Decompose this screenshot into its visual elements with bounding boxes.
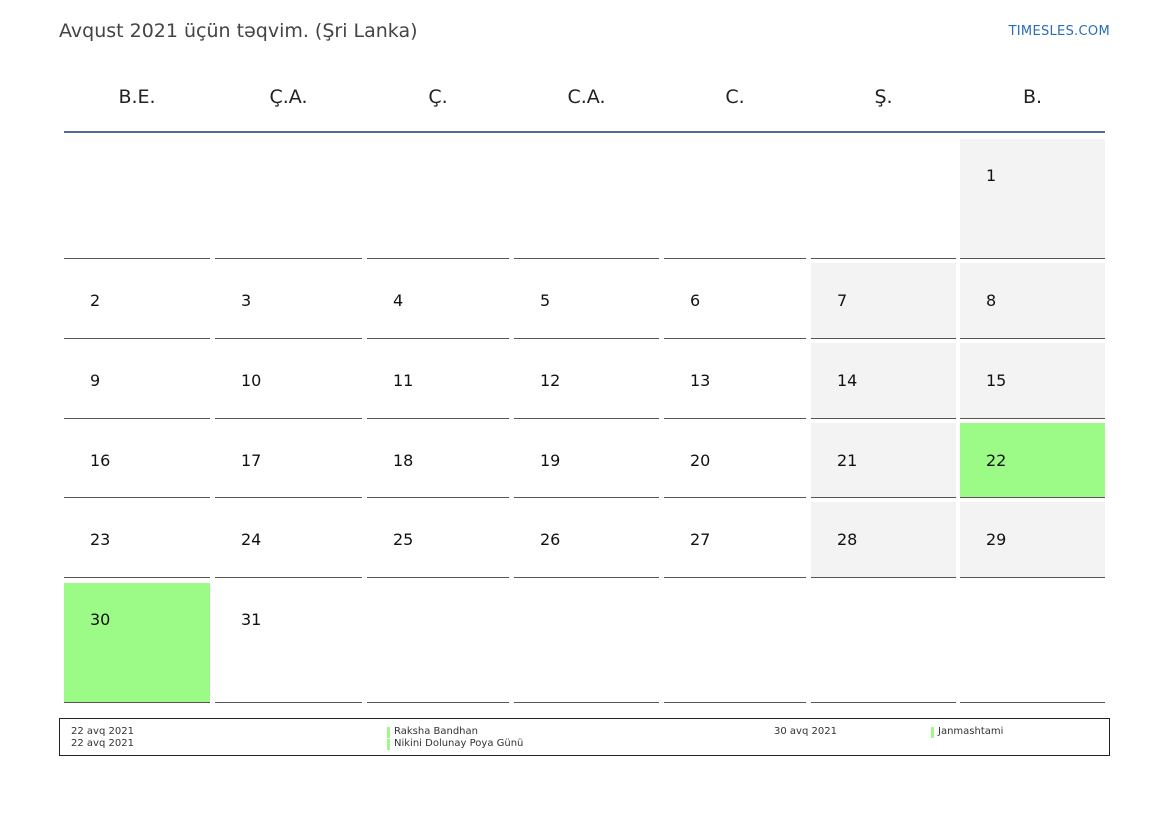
legend-holiday-name: Nikini Dolunay Poya Günü [387, 738, 524, 750]
day-number: 9 [90, 371, 101, 390]
day-number: 18 [393, 451, 414, 470]
day-number: 5 [540, 291, 551, 310]
day-cell: 6 [664, 263, 806, 339]
weekend-day-cell: 14 [811, 343, 956, 419]
empty-day-cell [811, 583, 956, 703]
empty-day-cell [514, 139, 659, 259]
day-cell: 24 [215, 502, 362, 578]
day-cell: 19 [514, 423, 659, 498]
legend-holiday-label: Janmashtami [938, 726, 1004, 737]
weekday-label: Ş. [874, 86, 893, 108]
day-cell: 25 [367, 502, 509, 578]
day-number: 24 [241, 530, 262, 549]
page-title: Avqust 2021 üçün təqvim. (Şri Lanka) [59, 20, 418, 42]
weekend-day-cell: 7 [811, 263, 956, 339]
day-number: 21 [837, 451, 858, 470]
day-number: 16 [90, 451, 111, 470]
day-number: 14 [837, 371, 858, 390]
day-number: 2 [90, 291, 101, 310]
day-number: 13 [690, 371, 711, 390]
day-number: 31 [241, 610, 262, 629]
day-number: 11 [393, 371, 414, 390]
empty-day-cell [367, 583, 509, 703]
day-cell: 16 [64, 423, 210, 498]
day-number: 17 [241, 451, 262, 470]
day-cell: 3 [215, 263, 362, 339]
day-number: 23 [90, 530, 111, 549]
day-number: 1 [986, 166, 997, 185]
weekday-label: Ç.A. [269, 86, 308, 108]
legend-color-swatch [387, 727, 390, 738]
day-cell: 12 [514, 343, 659, 419]
empty-day-cell [64, 139, 210, 259]
header-rule [64, 131, 1105, 133]
holiday-legend: 22 avq 2021 Raksha Bandhan 22 avq 2021 Niki… [59, 718, 1110, 756]
day-number: 27 [690, 530, 711, 549]
legend-holiday-label: Nikini Dolunay Poya Günü [394, 738, 524, 749]
day-cell: 26 [514, 502, 659, 578]
weekday-label: C. [725, 86, 745, 108]
empty-day-cell [664, 139, 806, 259]
empty-day-cell [960, 583, 1105, 703]
day-cell: 2 [64, 263, 210, 339]
weekday-label: B. [1022, 86, 1043, 108]
day-number: 29 [986, 530, 1007, 549]
holiday-day-cell: 30 [64, 583, 210, 703]
day-number: 25 [393, 530, 414, 549]
day-number: 20 [690, 451, 711, 470]
day-number: 26 [540, 530, 561, 549]
day-cell: 4 [367, 263, 509, 339]
day-number: 19 [540, 451, 561, 470]
weekend-day-cell: 8 [960, 263, 1105, 339]
empty-day-cell [664, 583, 806, 703]
day-number: 30 [90, 610, 111, 629]
day-number: 3 [241, 291, 252, 310]
day-cell: 13 [664, 343, 806, 419]
day-cell: 27 [664, 502, 806, 578]
day-cell: 17 [215, 423, 362, 498]
day-cell: 23 [64, 502, 210, 578]
weekend-day-cell: 29 [960, 502, 1105, 578]
brand-link[interactable]: TIMESLES.COM [1009, 24, 1110, 39]
day-number: 6 [690, 291, 701, 310]
weekday-label: Ç. [428, 86, 448, 108]
day-number: 4 [393, 291, 404, 310]
legend-date: 30 avq 2021 [774, 726, 837, 737]
legend-date: 22 avq 2021 [71, 726, 134, 737]
day-cell: 18 [367, 423, 509, 498]
day-number: 15 [986, 371, 1007, 390]
day-cell: 9 [64, 343, 210, 419]
weekend-day-cell: 15 [960, 343, 1105, 419]
day-cell: 5 [514, 263, 659, 339]
weekday-label: C.A. [567, 86, 606, 108]
legend-holiday-name: Raksha Bandhan [387, 726, 478, 738]
day-cell: 31 [215, 583, 362, 703]
weekend-day-cell: 28 [811, 502, 956, 578]
day-number: 7 [837, 291, 848, 310]
day-cell: 20 [664, 423, 806, 498]
weekday-label: B.E. [118, 86, 156, 108]
legend-holiday-label: Raksha Bandhan [394, 726, 478, 737]
day-number: 12 [540, 371, 561, 390]
day-number: 22 [986, 451, 1007, 470]
weekend-day-cell: 21 [811, 423, 956, 498]
empty-day-cell [215, 139, 362, 259]
weekend-day-cell: 1 [960, 139, 1105, 259]
empty-day-cell [367, 139, 509, 259]
day-cell: 10 [215, 343, 362, 419]
day-cell: 11 [367, 343, 509, 419]
day-number: 8 [986, 291, 997, 310]
weekday-header: B.E. Ç.A. Ç. C.A. C. Ş. B. [64, 78, 1105, 122]
legend-color-swatch [931, 727, 934, 738]
empty-day-cell [811, 139, 956, 259]
day-number: 10 [241, 371, 262, 390]
holiday-day-cell: 22 [960, 423, 1105, 498]
empty-day-cell [514, 583, 659, 703]
legend-date: 22 avq 2021 [71, 738, 134, 749]
day-number: 28 [837, 530, 858, 549]
legend-color-swatch [387, 739, 390, 750]
legend-holiday-name: Janmashtami [931, 726, 1004, 738]
